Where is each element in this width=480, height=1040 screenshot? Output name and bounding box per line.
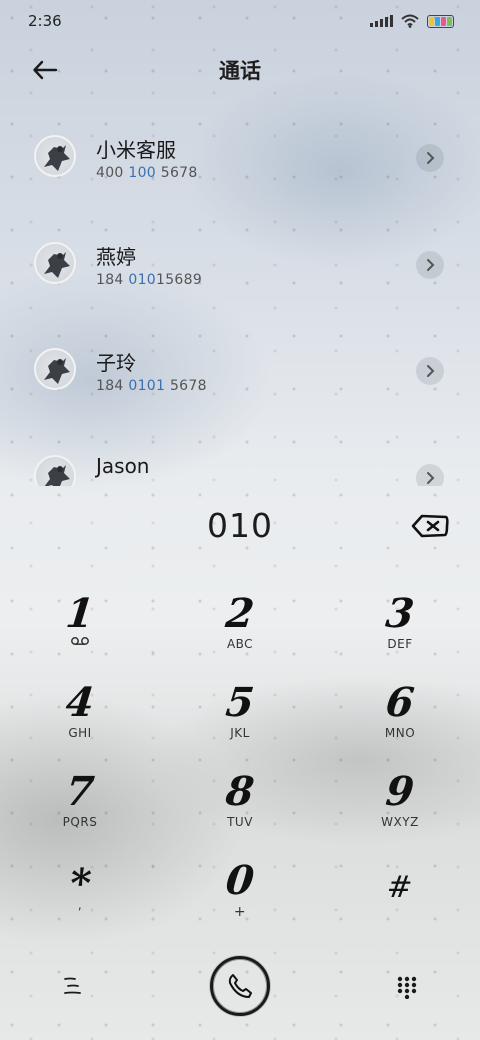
backspace-button[interactable] xyxy=(410,512,450,540)
page-title: 通话 xyxy=(219,59,261,83)
contact-detail-button[interactable] xyxy=(416,251,444,279)
key-star[interactable]: * , xyxy=(20,860,140,946)
key-5[interactable]: 5 JKL xyxy=(180,679,300,765)
avatar xyxy=(34,135,76,177)
battery-icon xyxy=(427,14,454,28)
back-button[interactable] xyxy=(28,54,62,86)
arrow-left-icon xyxy=(33,60,58,80)
key-8[interactable]: 8 TUV xyxy=(180,768,300,854)
key-4[interactable]: 4 GHI xyxy=(20,679,140,765)
key-2[interactable]: 2 ABC xyxy=(180,590,300,676)
contact-detail-button[interactable] xyxy=(416,144,444,172)
contact-list[interactable]: 小米客服 400 100 5678 燕婷 184 01015689 子玲 184… xyxy=(0,108,480,486)
wifi-icon xyxy=(401,14,419,28)
list-item[interactable]: 燕婷 184 01015689 xyxy=(0,215,480,307)
phone-icon xyxy=(228,974,252,998)
key-0[interactable]: 0 + xyxy=(180,857,300,943)
key-9[interactable]: 9 WXYZ xyxy=(340,768,460,854)
voicemail-icon xyxy=(71,637,89,645)
status-time: 2:36 xyxy=(28,12,62,30)
keypad-toggle-button[interactable] xyxy=(390,970,424,1004)
key-hash[interactable]: # xyxy=(340,866,460,950)
key-7[interactable]: 7 PQRS xyxy=(20,768,140,854)
contact-number: 184 01015689 xyxy=(96,272,203,288)
menu-icon xyxy=(64,977,81,994)
chevron-right-icon xyxy=(427,152,435,164)
key-6[interactable]: 6 MNO xyxy=(340,679,460,765)
chevron-right-icon xyxy=(427,365,435,377)
list-item[interactable]: Jason xyxy=(0,428,480,486)
list-item[interactable]: 小米客服 400 100 5678 xyxy=(0,108,480,200)
contact-name: 小米客服 xyxy=(96,138,176,162)
keypad-icon xyxy=(397,976,417,999)
contact-name: 子玲 xyxy=(96,351,136,375)
app-header: 通话 xyxy=(0,48,480,92)
chevron-right-icon xyxy=(427,259,435,271)
chevron-right-icon xyxy=(427,472,435,484)
call-button[interactable] xyxy=(210,956,270,1016)
key-3[interactable]: 3 DEF xyxy=(340,590,460,676)
contact-detail-button[interactable] xyxy=(416,464,444,486)
menu-button[interactable] xyxy=(56,970,90,1002)
contact-name: Jason xyxy=(96,454,150,478)
signal-icon xyxy=(370,15,393,27)
dial-input[interactable]: 010 xyxy=(0,506,480,545)
contact-number: 400 100 5678 xyxy=(96,165,198,181)
avatar xyxy=(34,455,76,486)
status-bar: 2:36 xyxy=(0,0,480,42)
contact-name: 燕婷 xyxy=(96,245,136,269)
contact-detail-button[interactable] xyxy=(416,357,444,385)
key-1[interactable]: 1 xyxy=(20,590,140,676)
backspace-icon xyxy=(411,514,449,538)
list-item[interactable]: 子玲 184 0101 5678 xyxy=(0,321,480,413)
avatar xyxy=(34,348,76,390)
contact-number: 184 0101 5678 xyxy=(96,378,207,394)
avatar xyxy=(34,242,76,284)
